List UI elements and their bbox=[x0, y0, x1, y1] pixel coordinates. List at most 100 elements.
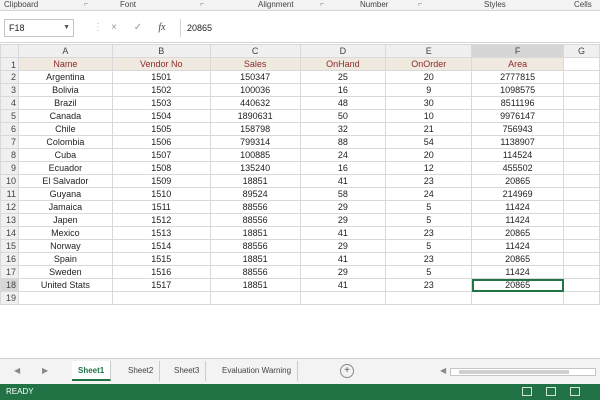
empty-cell[interactable] bbox=[563, 252, 600, 266]
value-cell[interactable]: 54 bbox=[385, 135, 473, 149]
column-header[interactable]: E bbox=[385, 44, 473, 58]
tab-sheet1[interactable]: Sheet1 bbox=[72, 361, 112, 381]
row-header[interactable]: 9 bbox=[0, 161, 19, 175]
empty-cell[interactable] bbox=[563, 187, 600, 201]
value-cell[interactable]: 11424 bbox=[471, 200, 565, 214]
column-header[interactable]: F bbox=[471, 44, 565, 58]
row-header[interactable]: 3 bbox=[0, 83, 19, 97]
empty-cell[interactable] bbox=[385, 291, 473, 305]
empty-cell[interactable] bbox=[563, 278, 600, 292]
header-cell[interactable]: Name bbox=[17, 57, 113, 71]
value-cell[interactable]: 1512 bbox=[111, 213, 211, 227]
value-cell[interactable]: 58 bbox=[299, 187, 387, 201]
empty-cell[interactable] bbox=[563, 122, 600, 136]
value-cell[interactable]: 9976147 bbox=[471, 109, 565, 123]
value-cell[interactable]: 150347 bbox=[209, 70, 301, 84]
row-header[interactable]: 5 bbox=[0, 109, 19, 123]
value-cell[interactable]: 29 bbox=[299, 265, 387, 279]
value-cell[interactable]: 1502 bbox=[111, 83, 211, 97]
name-cell[interactable]: Sweden bbox=[17, 265, 113, 279]
value-cell[interactable]: 88 bbox=[299, 135, 387, 149]
value-cell[interactable]: 20865 bbox=[471, 226, 565, 240]
value-cell[interactable]: 1513 bbox=[111, 226, 211, 240]
value-cell[interactable]: 1501 bbox=[111, 70, 211, 84]
value-cell[interactable]: 1510 bbox=[111, 187, 211, 201]
value-cell[interactable]: 1515 bbox=[111, 252, 211, 266]
column-header[interactable]: G bbox=[563, 44, 600, 58]
empty-cell[interactable] bbox=[563, 226, 600, 240]
value-cell[interactable]: 24 bbox=[299, 148, 387, 162]
name-cell[interactable]: Colombia bbox=[17, 135, 113, 149]
chevron-down-icon[interactable]: ▼ bbox=[63, 20, 70, 36]
value-cell[interactable]: 1506 bbox=[111, 135, 211, 149]
name-cell[interactable]: Mexico bbox=[17, 226, 113, 240]
dialog-launcher-icon[interactable]: ⌐ bbox=[320, 1, 327, 8]
value-cell[interactable]: 1516 bbox=[111, 265, 211, 279]
value-cell[interactable]: 1503 bbox=[111, 96, 211, 110]
ribbon-group-clipboard[interactable]: Clipboard bbox=[4, 0, 38, 11]
insert-function-icon[interactable]: fx bbox=[154, 19, 170, 37]
ribbon-group-styles[interactable]: Styles bbox=[484, 0, 506, 11]
empty-cell[interactable] bbox=[563, 174, 600, 188]
row-header[interactable]: 18 bbox=[0, 278, 19, 292]
name-cell[interactable]: Chile bbox=[17, 122, 113, 136]
value-cell[interactable]: 23 bbox=[385, 226, 473, 240]
scroll-right-icon[interactable]: ▶ bbox=[42, 366, 48, 375]
value-cell[interactable]: 16 bbox=[299, 83, 387, 97]
empty-cell[interactable] bbox=[563, 109, 600, 123]
empty-cell[interactable] bbox=[471, 291, 565, 305]
scrollbar-thumb[interactable] bbox=[459, 370, 569, 374]
page-layout-view-icon[interactable] bbox=[546, 387, 556, 396]
value-cell[interactable]: 48 bbox=[299, 96, 387, 110]
value-cell[interactable]: 16 bbox=[299, 161, 387, 175]
name-cell[interactable]: United Stats bbox=[17, 278, 113, 292]
value-cell[interactable]: 41 bbox=[299, 252, 387, 266]
row-header[interactable]: 8 bbox=[0, 148, 19, 162]
empty-cell[interactable] bbox=[563, 57, 600, 71]
column-header[interactable]: D bbox=[299, 44, 387, 58]
column-header[interactable]: C bbox=[209, 44, 301, 58]
value-cell[interactable]: 799314 bbox=[209, 135, 301, 149]
value-cell[interactable]: 114524 bbox=[471, 148, 565, 162]
value-cell[interactable]: 455502 bbox=[471, 161, 565, 175]
scroll-left-icon[interactable]: ◀ bbox=[440, 366, 446, 375]
empty-cell[interactable] bbox=[299, 291, 387, 305]
value-cell[interactable]: 1509 bbox=[111, 174, 211, 188]
value-cell[interactable]: 18851 bbox=[209, 278, 301, 292]
value-cell[interactable]: 158798 bbox=[209, 122, 301, 136]
name-cell[interactable]: Bolivia bbox=[17, 83, 113, 97]
empty-cell[interactable] bbox=[563, 70, 600, 84]
value-cell[interactable]: 20 bbox=[385, 148, 473, 162]
header-cell[interactable]: Vendor No bbox=[111, 57, 211, 71]
empty-cell[interactable] bbox=[563, 148, 600, 162]
value-cell[interactable]: 21 bbox=[385, 122, 473, 136]
empty-cell[interactable] bbox=[563, 135, 600, 149]
header-cell[interactable]: Area bbox=[471, 57, 565, 71]
ribbon-group-alignment[interactable]: Alignment bbox=[258, 0, 294, 11]
value-cell[interactable]: 20865 bbox=[471, 278, 565, 292]
row-header[interactable]: 7 bbox=[0, 135, 19, 149]
ribbon-group-cells[interactable]: Cells bbox=[574, 0, 592, 11]
row-header[interactable]: 11 bbox=[0, 187, 19, 201]
name-cell[interactable]: Jamaica bbox=[17, 200, 113, 214]
value-cell[interactable]: 1890631 bbox=[209, 109, 301, 123]
value-cell[interactable]: 1138907 bbox=[471, 135, 565, 149]
value-cell[interactable]: 50 bbox=[299, 109, 387, 123]
value-cell[interactable]: 18851 bbox=[209, 174, 301, 188]
value-cell[interactable]: 88556 bbox=[209, 213, 301, 227]
column-header[interactable]: A bbox=[17, 44, 113, 58]
empty-cell[interactable] bbox=[563, 161, 600, 175]
select-all-corner[interactable] bbox=[0, 44, 19, 58]
value-cell[interactable]: 1507 bbox=[111, 148, 211, 162]
column-header[interactable]: B bbox=[111, 44, 211, 58]
value-cell[interactable]: 135240 bbox=[209, 161, 301, 175]
name-cell[interactable]: Argentina bbox=[17, 70, 113, 84]
tab-sheet2[interactable]: Sheet2 bbox=[122, 361, 161, 381]
empty-cell[interactable] bbox=[209, 291, 301, 305]
value-cell[interactable]: 1508 bbox=[111, 161, 211, 175]
value-cell[interactable]: 9 bbox=[385, 83, 473, 97]
name-cell[interactable]: Japen bbox=[17, 213, 113, 227]
name-cell[interactable]: Ecuador bbox=[17, 161, 113, 175]
value-cell[interactable]: 8511196 bbox=[471, 96, 565, 110]
name-cell[interactable]: Cuba bbox=[17, 148, 113, 162]
